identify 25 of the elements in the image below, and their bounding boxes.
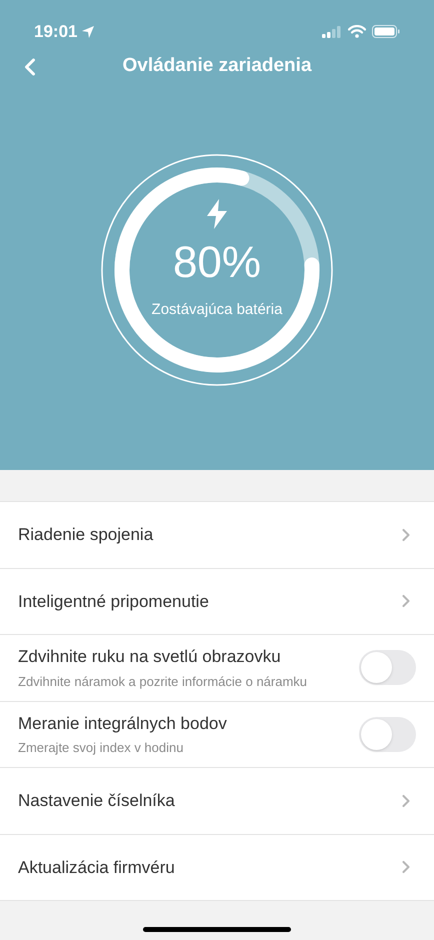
- setting-title: Meranie integrálnych bodov: [18, 712, 228, 735]
- setting-title: Aktualizácia firmvéru: [18, 856, 176, 878]
- settings-row[interactable]: Zdvihnite ruku na svetlú obrazovku Zdvihnite náramok a pozrite informácie o náramku: [0, 635, 434, 702]
- setting-title: Nastavenie číselníka: [18, 790, 176, 812]
- settings-row[interactable]: Inteligentné pripomenutie: [0, 568, 434, 635]
- setting-title: Inteligentné pripomenutie: [18, 590, 210, 612]
- window-title: Ovládanie zariadenia: [122, 54, 312, 78]
- location-arrow-icon: [81, 24, 96, 38]
- setting-description: Zmerajte svoj index v hodinu: [18, 739, 184, 758]
- signal-icon: [322, 26, 342, 38]
- toggle-switch[interactable]: [359, 716, 416, 752]
- battery-percent: 80%: [172, 241, 262, 285]
- wifi-icon: [348, 25, 366, 38]
- setting-title: Zdvihnite ruku na svetlú obrazovku: [18, 646, 282, 668]
- settings-row[interactable]: Nastavenie číselníka: [0, 768, 434, 834]
- lightning-icon: [206, 199, 228, 229]
- toggle-switch[interactable]: [359, 650, 416, 686]
- settings-row[interactable]: Aktualizácia firmvéru: [0, 834, 434, 901]
- status-time: 19:01: [34, 20, 78, 43]
- settings-row[interactable]: Meranie integrálnych bodov Zmerajte svoj index v hodinu: [0, 702, 434, 768]
- setting-description: Zdvihnite náramok a pozrite informácie o náramku: [18, 672, 308, 691]
- battery-label: Zostávajúca batéria: [152, 300, 282, 320]
- battery-icon: [372, 25, 400, 38]
- setting-title: Riadenie spojenia: [18, 524, 154, 546]
- settings-row[interactable]: Riadenie spojenia: [0, 502, 434, 568]
